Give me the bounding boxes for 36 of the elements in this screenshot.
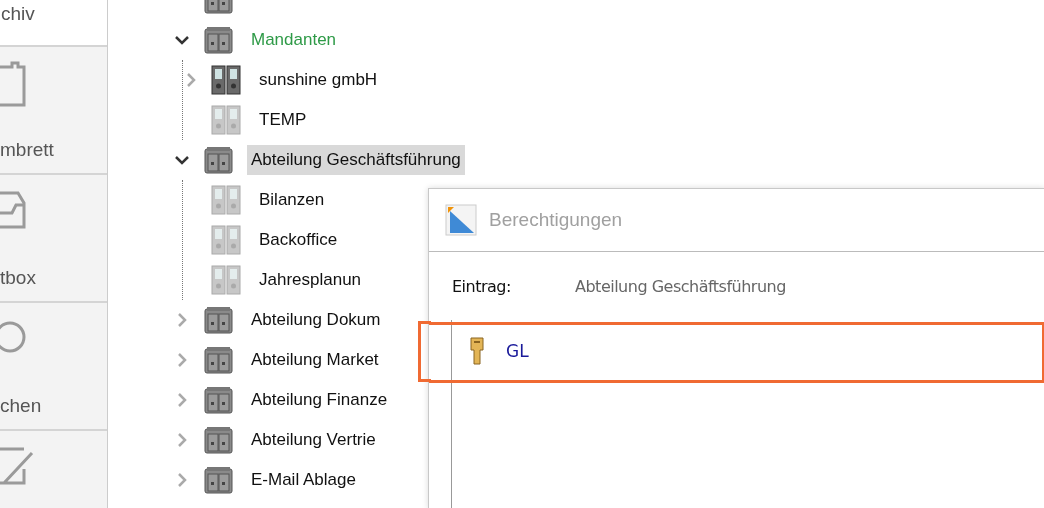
cabinet-icon: [204, 146, 233, 174]
tree-item[interactable]: Jahresplanun: [255, 265, 366, 295]
tree-item[interactable]: TEMP: [255, 105, 311, 135]
tree-item[interactable]: Abteilung Dokum: [247, 305, 385, 335]
binder-icon: [211, 65, 241, 95]
cabinet-icon: [204, 346, 233, 374]
tree-item[interactable]: Abteilung Vertrie: [247, 425, 380, 455]
tree-item[interactable]: sunshine gmbH: [255, 65, 382, 95]
tree-item[interactable]: Abteilung Geschäftsführung: [247, 145, 465, 175]
tree-item[interactable]: Backoffice: [255, 225, 342, 255]
edit-icon: [0, 445, 34, 487]
entry-value: Abteilung Geschäftsführung: [575, 276, 786, 296]
sidebar-button[interactable]: mbrett: [0, 45, 107, 173]
sidebar-heading: chiv: [1, 3, 35, 24]
sidebar-button[interactable]: tbox: [0, 173, 107, 301]
binder-icon: [211, 105, 241, 135]
permission-item[interactable]: GL: [506, 341, 529, 361]
tree-item[interactable]: Abteilung Market: [247, 345, 383, 375]
tree-item[interactable]: Mandanten: [247, 25, 341, 55]
cabinet-icon: [204, 306, 233, 334]
binder-icon: [211, 265, 241, 295]
tree-item[interactable]: Abteilung Finanze: [247, 385, 392, 415]
binder-icon: [211, 225, 241, 255]
tree-item[interactable]: E-Mail Ablage: [247, 465, 360, 495]
binder-icon: [211, 185, 241, 215]
app-logo-icon: [445, 204, 477, 236]
dialog-title: Berechtigungen: [489, 209, 623, 231]
highlight-frame-edge: [418, 321, 431, 382]
key-icon: [470, 337, 484, 365]
tree-item[interactable]: Bilanzen: [255, 185, 329, 215]
cabinet-icon: [204, 426, 233, 454]
cabinet-icon: [204, 386, 233, 414]
cabinet-icon: [204, 466, 233, 494]
cabinet-icon: [204, 26, 233, 54]
sidebar-button[interactable]: chen: [0, 301, 107, 429]
entry-label: Eintrag:: [452, 276, 512, 296]
